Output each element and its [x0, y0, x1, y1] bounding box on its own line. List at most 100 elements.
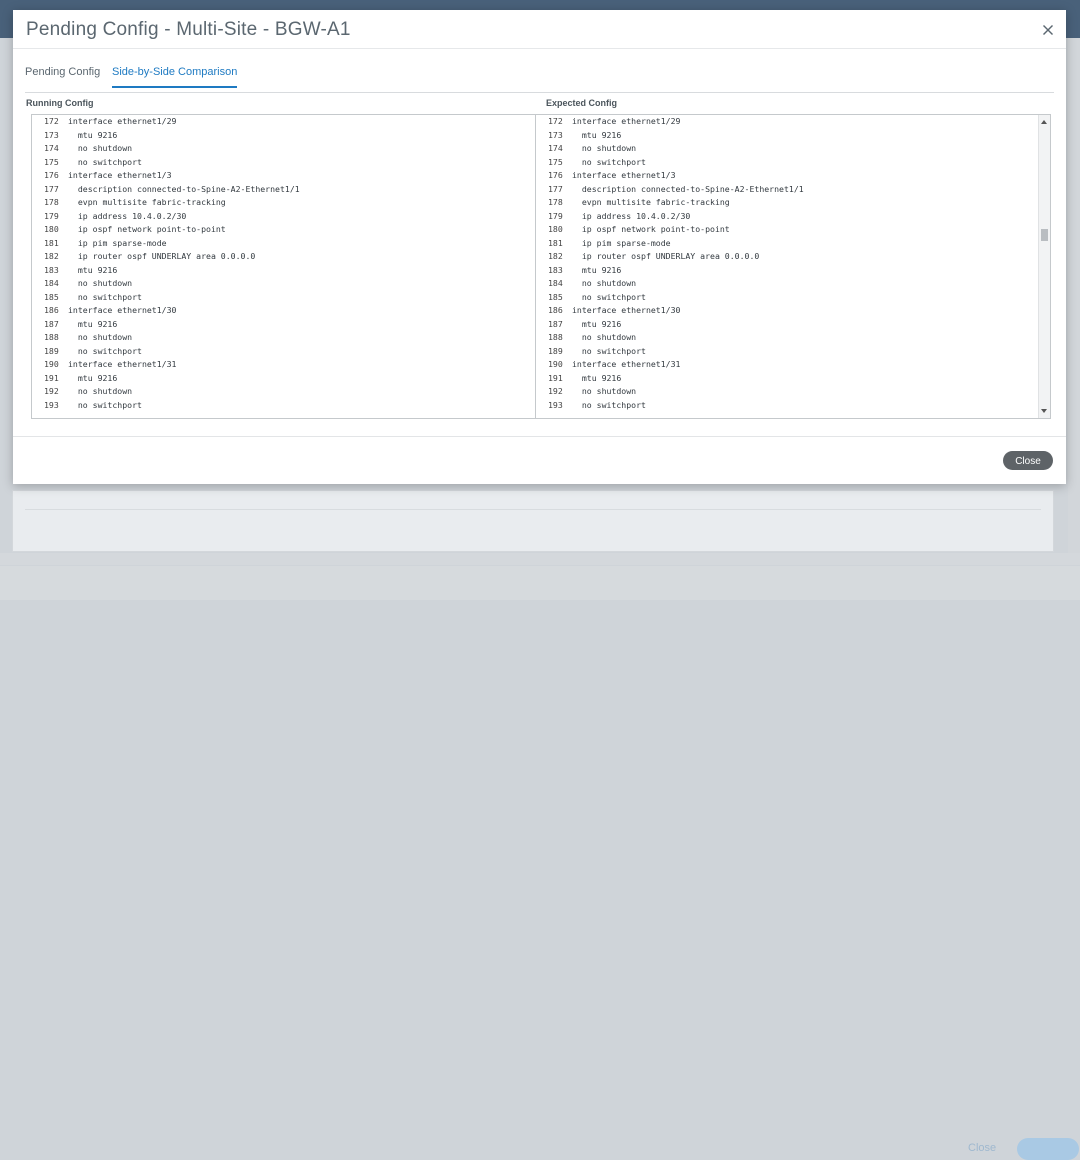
running-config-pane[interactable]: 172 interface ethernet1/29 173 mtu 9216 174… [32, 115, 536, 418]
line-number: 183 [548, 264, 563, 275]
config-line-text: description connected-to-Spine-A2-Ethern… [572, 183, 804, 194]
line-number: 188 [548, 332, 563, 342]
line-number: 190 [44, 359, 59, 369]
line-number: 182 [44, 251, 59, 261]
config-diff-viewer[interactable]: 172 interface ethernet1/29 173 mtu 9216 174… [31, 114, 1051, 419]
pending-config-modal: Pending Config - Multi-Site - BGW-A1 Pen… [13, 10, 1066, 484]
background-scrollbar [1068, 38, 1080, 553]
expected-config-line: 186 interface ethernet1/30 [536, 304, 1038, 318]
line-number: 174 [548, 143, 563, 153]
config-line-text: mtu 9216 [68, 129, 118, 140]
expected-config-line: 179 ip address 10.4.0.2/30 [536, 210, 1038, 224]
config-line-text: interface ethernet1/31 [572, 359, 681, 369]
expected-config-line: 191 mtu 9216 [536, 372, 1038, 386]
line-number: 172 [44, 116, 59, 126]
background-grid [25, 509, 1041, 550]
config-line-text: interface ethernet1/29 [68, 116, 177, 126]
expected-config-line: 175 no switchport [536, 156, 1038, 170]
line-number: 177 [44, 183, 59, 194]
running-config-line: 186 interface ethernet1/30 [32, 304, 535, 318]
running-config-label: Running Config [26, 98, 94, 108]
line-number: 180 [548, 224, 563, 234]
running-config-line: 190 interface ethernet1/31 [32, 358, 535, 372]
scroll-up-icon[interactable] [1041, 120, 1047, 124]
config-line-text: no shutdown [68, 386, 133, 396]
line-number: 191 [44, 372, 59, 383]
expected-config-line: 181 ip pim sparse-mode [536, 237, 1038, 251]
expected-config-line: 182 ip router ospf UNDERLAY area 0.0.0.0 [536, 250, 1038, 264]
scroll-down-icon[interactable] [1041, 409, 1047, 413]
config-line-text: no switchport [572, 399, 646, 410]
config-line-text: interface ethernet1/29 [572, 116, 681, 126]
config-line-text: no shutdown [572, 143, 637, 153]
tab-side-by-side-comparison[interactable]: Side-by-Side Comparison [112, 66, 238, 88]
config-line-text: ip pim sparse-mode [68, 237, 167, 248]
line-number: 176 [548, 170, 563, 180]
config-line-text: mtu 9216 [572, 129, 622, 140]
running-config-line: 192 no shutdown [32, 385, 535, 399]
line-number: 192 [548, 386, 563, 396]
line-number: 173 [44, 129, 59, 140]
config-line-text: no shutdown [68, 278, 133, 288]
background-primary-button [1017, 1138, 1079, 1160]
line-number: 189 [44, 345, 59, 356]
config-line-text: description connected-to-Spine-A2-Ethern… [68, 183, 300, 194]
config-line-text: ip router ospf UNDERLAY area 0.0.0.0 [572, 251, 760, 261]
config-line-text: interface ethernet1/31 [68, 359, 177, 369]
expected-config-line: 180 ip ospf network point-to-point [536, 223, 1038, 237]
line-number: 186 [548, 305, 563, 315]
config-line-text: no shutdown [572, 278, 637, 288]
expected-config-label: Expected Config [546, 98, 618, 108]
tab-pending-config[interactable]: Pending Config [25, 66, 100, 86]
config-line-text: mtu 9216 [572, 264, 622, 275]
line-number: 177 [548, 183, 563, 194]
config-line-text: mtu 9216 [68, 372, 118, 383]
config-line-text: ip address 10.4.0.2/30 [572, 210, 691, 221]
expected-config-line: 172 interface ethernet1/29 [536, 115, 1038, 129]
config-line-text: no switchport [68, 345, 142, 356]
running-config-line: 187 mtu 9216 [32, 318, 535, 332]
config-line-text: no shutdown [572, 332, 637, 342]
config-line-text: interface ethernet1/3 [572, 170, 676, 180]
line-number: 191 [548, 372, 563, 383]
config-line-text: no shutdown [68, 143, 133, 153]
expected-config-line: 185 no switchport [536, 291, 1038, 305]
expected-config-pane[interactable]: 172 interface ethernet1/29 173 mtu 9216 174… [536, 115, 1038, 418]
running-config-line: 183 mtu 9216 [32, 264, 535, 278]
background-footer: Close [0, 566, 1080, 1160]
line-number: 179 [44, 210, 59, 221]
config-line-text: ip router ospf UNDERLAY area 0.0.0.0 [68, 251, 256, 261]
config-line-text: no shutdown [68, 332, 133, 342]
config-line-text: interface ethernet1/3 [68, 170, 172, 180]
config-line-text: no switchport [572, 291, 646, 302]
background-panel [12, 490, 1054, 552]
line-number: 175 [44, 156, 59, 167]
config-line-text: mtu 9216 [572, 372, 622, 383]
running-config-line: 191 mtu 9216 [32, 372, 535, 386]
line-number: 175 [548, 156, 563, 167]
running-config-line: 182 ip router ospf UNDERLAY area 0.0.0.0 [32, 250, 535, 264]
line-number: 187 [548, 318, 563, 329]
line-number: 193 [44, 399, 59, 410]
running-config-line: 172 interface ethernet1/29 [32, 115, 535, 129]
expected-config-line: 176 interface ethernet1/3 [536, 169, 1038, 183]
line-number: 184 [548, 278, 563, 288]
expected-config-line: 187 mtu 9216 [536, 318, 1038, 332]
expected-config-line: 174 no shutdown [536, 142, 1038, 156]
line-number: 185 [548, 291, 563, 302]
line-number: 187 [44, 318, 59, 329]
config-line-text: evpn multisite fabric-tracking [572, 197, 730, 207]
line-number: 193 [548, 399, 563, 410]
running-config-line: 185 no switchport [32, 291, 535, 305]
config-line-text: no switchport [68, 156, 142, 167]
line-number: 192 [44, 386, 59, 396]
modal-tabs: Pending Config Side-by-Side Comparison [25, 62, 1054, 93]
modal-title: Pending Config - Multi-Site - BGW-A1 [26, 19, 351, 40]
scrollbar-thumb[interactable] [1041, 229, 1048, 241]
close-icon[interactable] [1040, 22, 1056, 38]
line-number: 185 [44, 291, 59, 302]
diff-scrollbar[interactable] [1038, 115, 1050, 418]
close-button[interactable]: Close [1003, 451, 1053, 470]
config-line-text: ip ospf network point-to-point [68, 224, 226, 234]
config-line-text: interface ethernet1/30 [68, 305, 177, 315]
